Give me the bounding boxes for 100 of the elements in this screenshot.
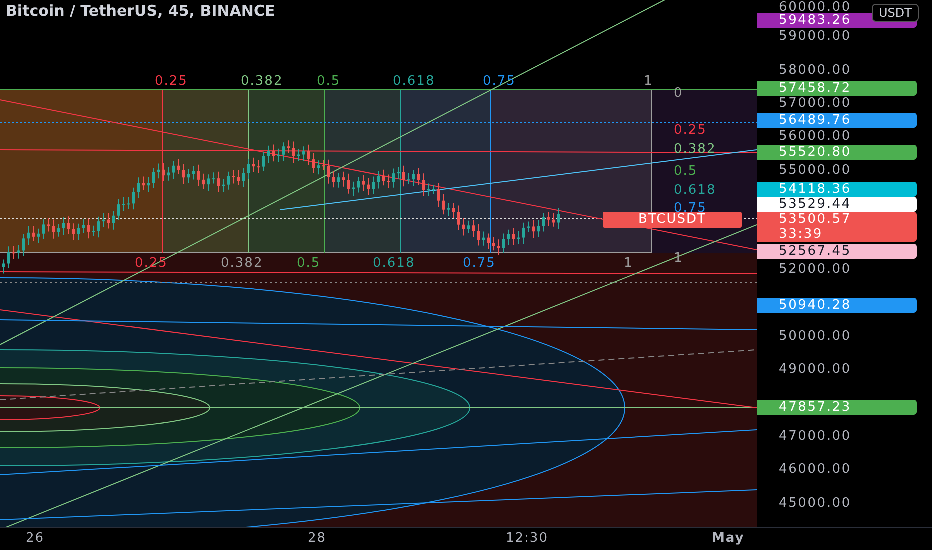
price-tick-label: 55000.00 [779,162,852,178]
candle [502,233,505,254]
candle [97,216,100,238]
price-tick-label: 58000.00 [779,62,852,79]
candle [47,218,50,232]
candle [202,173,205,190]
candle [242,168,245,188]
candle [197,164,200,187]
candle [232,170,235,184]
candle [437,182,440,208]
candle [522,222,525,245]
candle [267,145,270,164]
price-badge: 52567.45 [757,244,917,258]
candle [32,226,35,242]
fib-level-label: 0.382 [241,74,284,89]
candle [77,223,80,241]
candle [347,173,350,194]
candle [282,142,285,162]
candle [207,174,210,192]
candle [537,220,540,238]
candle [107,212,110,230]
candle [122,196,125,212]
candle [377,171,380,190]
candle [332,170,335,188]
candle [552,212,555,228]
price-tick-label: 46000.00 [779,462,852,478]
candle [327,159,330,184]
candle [142,176,145,191]
candle [117,198,120,220]
price-tick-label: 57000.00 [779,96,852,112]
candle [2,259,5,274]
candle [92,225,95,237]
candle [287,140,290,154]
candle [547,211,550,227]
price-tick-label: 45000.00 [779,496,852,512]
candle [62,217,65,236]
candle [152,168,155,188]
candle [412,170,415,187]
candle [452,203,455,219]
candle [272,144,275,162]
fib-level-label: 0.25 [674,123,707,138]
candle [57,224,60,238]
candle [392,168,395,188]
candle [492,236,495,252]
candle [532,220,535,239]
candle [87,218,90,240]
candle [317,160,320,176]
candle [517,230,520,245]
candle [397,166,400,180]
time-axis-label: 26 [26,531,45,546]
price-tick-label: 60000.00 [779,0,852,15]
candle [362,174,365,192]
candle [432,184,435,195]
candle [402,165,405,188]
candle [247,158,250,180]
candle [177,158,180,176]
chart-title: Bitcoin / TetherUS, 45, BINANCE [6,2,276,20]
fib-level-label: 0.5 [674,164,698,179]
price-tick-label: 50000.00 [779,329,852,345]
candle [422,173,425,196]
candle [147,177,150,193]
candle [82,218,85,234]
candle [262,151,265,172]
candle [72,223,75,241]
candle [182,164,185,185]
price-badge: 57458.72 [757,80,917,96]
candle [22,234,25,256]
fib-level-label: 1 [644,74,654,89]
candle [137,177,140,199]
candle [212,172,215,184]
candle [447,202,450,217]
candle [37,228,40,244]
candle [507,229,510,246]
candle [67,216,70,235]
candle [557,208,560,230]
candle [7,246,10,269]
candle [102,212,105,228]
price-badge: 47857.23 [757,400,917,416]
price-badge: 53529.44 [757,197,917,212]
candle [187,168,190,184]
candle [482,231,485,246]
time-axis-label: May [712,531,745,546]
candle [357,176,360,194]
candle [192,166,195,180]
candle [222,178,225,193]
price-tick-label: 49000.00 [779,362,852,378]
price-badge: 54118.36 [757,182,917,198]
fib-level-label: 0.618 [674,183,716,198]
price-badge: 53500.57 33:39 [757,212,917,242]
candle [487,233,490,250]
currency-button[interactable]: USDT [872,4,919,22]
price-tick-label: 47000.00 [779,428,852,445]
candle [172,160,175,180]
time-axis-label: 12:30 [506,531,548,546]
candle [387,174,390,190]
candle [472,220,475,238]
fib-level-label: 0.382 [221,256,264,271]
candle [167,167,170,182]
candle [27,226,30,246]
candle [292,141,295,164]
